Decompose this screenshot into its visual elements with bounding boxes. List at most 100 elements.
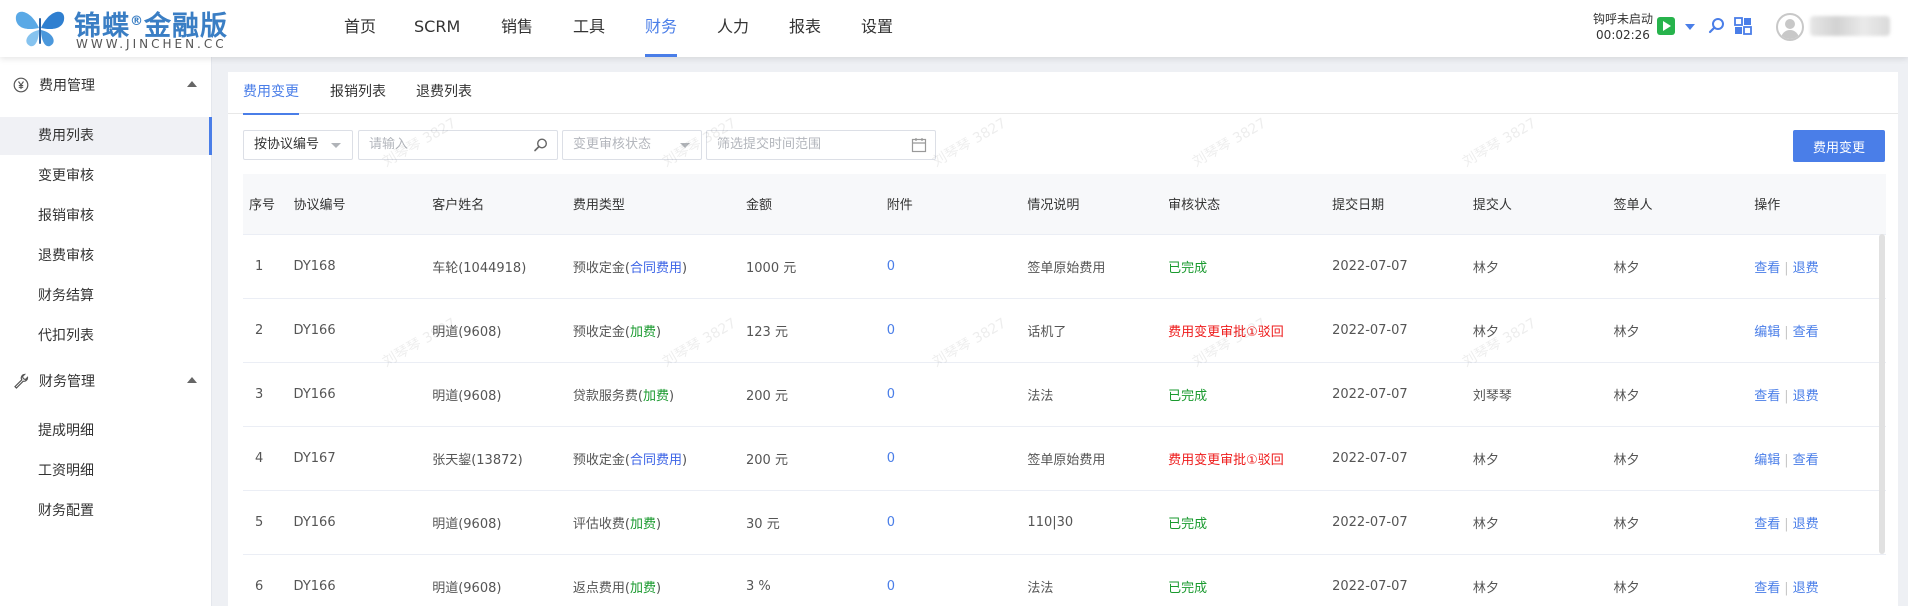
cell-status: 已完成: [1162, 362, 1327, 427]
caret-up-icon[interactable]: [186, 376, 198, 384]
search-icon[interactable]: [533, 137, 549, 153]
expense-change-button[interactable]: 费用变更: [1793, 130, 1885, 162]
sidebar-item-settlement[interactable]: 财务结算: [0, 277, 212, 315]
nav-home[interactable]: 首页: [344, 0, 376, 57]
attachment-count-link[interactable]: 0: [887, 515, 895, 530]
col-header-amount: 金额: [740, 174, 881, 235]
logo-url: WWW.JINCHEN.CC: [76, 37, 227, 51]
sidebar-item-expense-list[interactable]: 费用列表: [0, 117, 212, 155]
cell-date: 2022-07-07: [1326, 362, 1467, 427]
caret-up-icon[interactable]: [186, 80, 198, 88]
sidebar-item-withhold-list[interactable]: 代扣列表: [0, 317, 212, 355]
logo[interactable]: 锦蝶®金融版 WWW.JINCHEN.CC: [12, 4, 252, 52]
attachment-count-link[interactable]: 0: [887, 579, 895, 594]
table-row: 4 DY167 张天鋆(13872) 预收定金(合同费用) 200 元 0 签单…: [243, 426, 1886, 491]
cell-signer: 林夕: [1607, 554, 1749, 606]
col-header-attachment: 附件: [880, 174, 1022, 235]
cell-actions: 编辑 | 查看: [1748, 298, 1886, 363]
cell-index: 1: [243, 234, 288, 299]
fee-type-name: 返点费用(: [572, 580, 630, 596]
sidebar-item-reimburse-review[interactable]: 报销审核: [0, 197, 212, 235]
row-action-secondary[interactable]: 退费: [1793, 261, 1819, 276]
fee-type-tag: 加费: [630, 516, 657, 532]
avatar[interactable]: [1776, 13, 1804, 41]
date-range-picker[interactable]: 筛选提交时间范围: [706, 130, 936, 160]
tab-expense-change[interactable]: 费用变更: [243, 72, 299, 115]
protocol-type-select[interactable]: 按协议编号: [243, 130, 353, 160]
cell-actions: 查看 | 退费: [1748, 234, 1886, 299]
fee-type-name: 预收定金(: [572, 260, 630, 276]
attachment-count-link[interactable]: 0: [887, 387, 895, 402]
attachment-count-link[interactable]: 0: [887, 323, 895, 338]
status-badge: 费用变更审批①驳回: [1168, 324, 1284, 340]
action-separator: |: [1784, 324, 1789, 340]
dropdown-arrow-icon[interactable]: [1680, 16, 1700, 36]
row-action-secondary[interactable]: 查看: [1793, 453, 1819, 468]
sidebar-item-change-review[interactable]: 变更审核: [0, 157, 212, 195]
username-blurred[interactable]: [1810, 16, 1890, 36]
row-action-secondary[interactable]: 查看: [1793, 325, 1819, 340]
sidebar-item-refund-review[interactable]: 退费审核: [0, 237, 212, 275]
cell-signer: 林夕: [1607, 234, 1749, 299]
attachment-count-link[interactable]: 0: [887, 259, 895, 274]
call-status: 钩呼未启动 00:02:26: [1590, 11, 1656, 43]
fee-type-tag: 加费: [643, 388, 670, 404]
row-action-primary[interactable]: 编辑: [1754, 325, 1780, 340]
nav-finance[interactable]: 财务: [645, 0, 678, 57]
sidebar-item-salary[interactable]: 工资明细: [0, 452, 212, 490]
tab-refund-list[interactable]: 退费列表: [416, 72, 472, 114]
fee-type-name: 贷款服务费(: [572, 388, 643, 404]
calendar-icon: [911, 138, 927, 153]
top-header: 锦蝶®金融版 WWW.JINCHEN.CC 首页 SCRM 销售 工具 财务 人…: [0, 0, 1908, 57]
review-status-select[interactable]: 变更审核状态: [562, 130, 702, 160]
row-action-primary[interactable]: 查看: [1754, 517, 1780, 532]
search-input[interactable]: [369, 137, 519, 152]
row-action-secondary[interactable]: 退费: [1793, 389, 1819, 404]
fee-type-tag: 合同费用: [630, 452, 683, 468]
sidebar-item-commission[interactable]: 提成明细: [0, 412, 212, 450]
cell-signer: 林夕: [1607, 362, 1749, 427]
col-header-customer: 客户姓名: [426, 174, 567, 235]
row-action-primary[interactable]: 查看: [1754, 389, 1780, 404]
tab-reimburse-list[interactable]: 报销列表: [330, 72, 386, 114]
table-row: 2 DY166 明道(9608) 预收定金(加费) 123 元 0 话机了 费用…: [243, 298, 1886, 363]
row-action-primary[interactable]: 查看: [1754, 581, 1780, 596]
action-separator: |: [1784, 452, 1789, 468]
nav-scrm[interactable]: SCRM: [414, 0, 460, 57]
nav-hr[interactable]: 人力: [717, 0, 749, 57]
protocol-type-value: 按协议编号: [254, 137, 320, 152]
row-action-secondary[interactable]: 退费: [1793, 517, 1819, 532]
cell-fee-type: 预收定金(加费): [566, 298, 741, 363]
search-field[interactable]: [358, 130, 558, 160]
sidebar-group-expense[interactable]: 费用管理: [0, 71, 212, 99]
table-scrollbar[interactable]: [1879, 234, 1885, 554]
watermark-text: 刘琴琴 3827: [1189, 115, 1270, 171]
sidebar-item-finance-config[interactable]: 财务配置: [0, 492, 212, 530]
cell-amount: 1000 元: [740, 234, 881, 299]
search-icon[interactable]: [1707, 16, 1727, 36]
sidebar-group-finance[interactable]: 财务管理: [0, 367, 212, 395]
row-action-primary[interactable]: 编辑: [1754, 453, 1780, 468]
fee-type-name: 评估收费(: [572, 516, 630, 532]
cell-status: 已完成: [1162, 234, 1327, 299]
cell-protocol: DY166: [287, 554, 427, 606]
cell-signer: 林夕: [1607, 426, 1749, 491]
cell-actions: 查看 | 退费: [1748, 362, 1886, 427]
fee-type-tag: 合同费用: [630, 260, 683, 276]
col-header-date: 提交日期: [1326, 174, 1467, 235]
action-separator: |: [1784, 516, 1789, 532]
chevron-down-icon: [331, 143, 341, 148]
col-header-signer: 签单人: [1607, 174, 1749, 235]
nav-sales[interactable]: 销售: [501, 0, 533, 57]
play-icon[interactable]: [1656, 16, 1676, 36]
nav-tools[interactable]: 工具: [573, 0, 605, 57]
attachment-count-link[interactable]: 0: [887, 451, 895, 466]
sidebar-group-label: 费用管理: [39, 78, 95, 94]
grid-apps-icon[interactable]: [1733, 16, 1753, 36]
row-action-secondary[interactable]: 退费: [1793, 581, 1819, 596]
cell-fee-type: 返点费用(加费): [566, 554, 741, 606]
nav-reports[interactable]: 报表: [789, 0, 821, 57]
fee-type-close: ): [682, 260, 688, 276]
nav-settings[interactable]: 设置: [861, 0, 893, 57]
row-action-primary[interactable]: 查看: [1754, 261, 1780, 276]
